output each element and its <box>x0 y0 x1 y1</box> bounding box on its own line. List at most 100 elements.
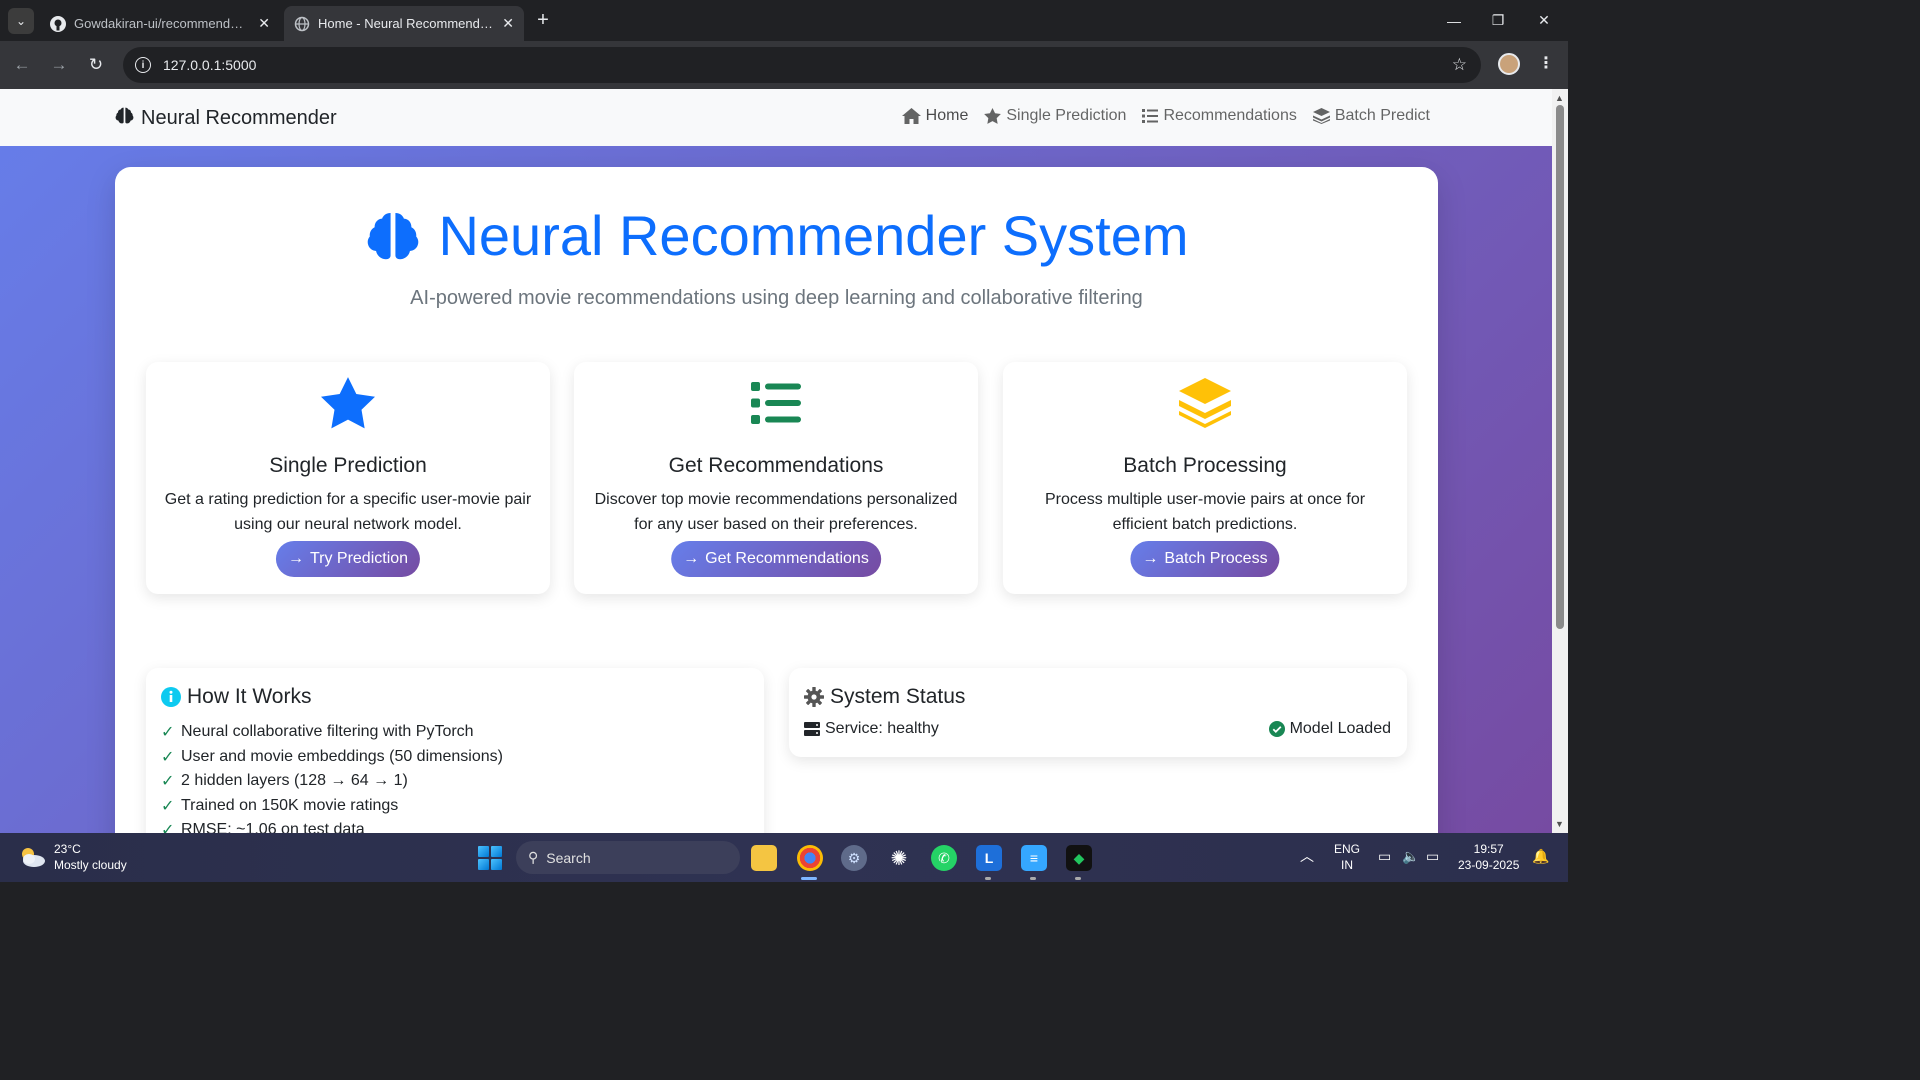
feature-card-batch-processing: Batch Processing Process multiple user-m… <box>1003 362 1407 594</box>
taskbar: 23°C Mostly cloudy ⚲ Search ⚙ ✺ ✆ L ≡ ◆ … <box>0 833 1568 882</box>
system-status-title: System Status <box>804 685 965 709</box>
search-label: Search <box>546 849 591 866</box>
button-label: Batch Process <box>1164 550 1268 567</box>
terminal-app-icon[interactable]: ◆ <box>1066 845 1092 871</box>
weather-temp: 23°C <box>54 842 81 856</box>
globe-icon <box>294 16 310 32</box>
site-navbar: Neural Recommender Home Single Predictio… <box>0 89 1552 146</box>
minimize-icon[interactable]: — <box>1430 0 1478 41</box>
star-icon <box>984 108 1002 124</box>
page-viewport: Neural Recommender Home Single Predictio… <box>0 89 1552 833</box>
feature-title: Single Prediction <box>269 454 427 477</box>
nav-batch-predict[interactable]: Batch Predict <box>1312 107 1430 125</box>
more-menu-icon[interactable]: ⋮ <box>1538 53 1554 73</box>
restore-icon[interactable]: ❐ <box>1474 0 1522 41</box>
app-indicator <box>1030 877 1036 880</box>
site-info-icon[interactable]: i <box>135 57 151 73</box>
list-item: ✓ Trained on 150K movie ratings <box>161 796 399 815</box>
check-icon: ✓ <box>161 724 175 742</box>
app-l-icon[interactable]: L <box>976 845 1002 871</box>
service-status: Service: healthy <box>804 720 939 738</box>
close-tab-icon[interactable]: ✕ <box>258 15 270 32</box>
list-icon <box>574 376 978 430</box>
system-status-label: System Status <box>830 685 966 708</box>
address-bar[interactable]: i 127.0.0.1:5000 ☆ <box>123 47 1481 83</box>
weather-widget[interactable]: 23°C Mostly cloudy <box>18 841 127 873</box>
taskbar-search[interactable]: ⚲ Search <box>516 841 740 874</box>
list-item: ✓ 2 hidden layers (128 → 64 → 1) <box>161 772 408 791</box>
volume-icon[interactable]: 🔈 <box>1402 848 1419 864</box>
github-icon <box>50 15 66 32</box>
chatgpt-icon[interactable]: ✺ <box>886 845 912 871</box>
button-label: Get Recommendations <box>705 550 869 567</box>
button-label: Try Prediction <box>309 550 409 567</box>
nav-home[interactable]: Home <box>901 107 969 125</box>
tab-title: Gowdakiran-ui/recommendatio <box>74 16 251 31</box>
clock[interactable]: 19:57 23-09-2025 <box>1458 841 1519 873</box>
windows-start-icon[interactable] <box>478 846 502 870</box>
clock-time: 19:57 <box>1473 842 1504 856</box>
feature-title: Get Recommendations <box>668 454 884 477</box>
whatsapp-icon[interactable]: ✆ <box>931 845 957 871</box>
scrollbar-thumb[interactable] <box>1556 105 1564 629</box>
try-prediction-button[interactable]: → Try Prediction <box>275 541 421 577</box>
feature-title: Batch Processing <box>1123 454 1287 477</box>
arrow-right-icon: → <box>683 550 700 567</box>
tab-home[interactable]: Home - Neural Recommender S ✕ <box>284 6 524 41</box>
back-icon[interactable]: ← <box>10 53 34 77</box>
home-icon <box>901 108 921 124</box>
nav-single-prediction[interactable]: Single Prediction <box>984 107 1126 125</box>
list-icon <box>1142 109 1159 123</box>
batch-process-button[interactable]: → Batch Process <box>1130 541 1280 577</box>
nav-home-label: Home <box>925 107 969 124</box>
feature-description: Process multiple user-movie pairs at onc… <box>1044 491 1366 533</box>
profile-avatar[interactable] <box>1498 53 1520 75</box>
brand-text: Neural Recommender <box>141 107 337 129</box>
new-tab-button[interactable]: + <box>532 8 554 32</box>
nav-recommendations-label: Recommendations <box>1163 107 1297 124</box>
tab-search-button[interactable]: ⌄ <box>8 8 34 34</box>
main-card: Neural Recommender System AI-powered mov… <box>115 167 1438 833</box>
navbar-brand[interactable]: Neural Recommender <box>114 105 337 132</box>
feature-card-single-prediction: Single Prediction Get a rating predictio… <box>146 362 550 594</box>
arrow-right-icon: → <box>1142 550 1159 567</box>
forward-icon[interactable]: → <box>47 53 71 77</box>
brain-icon <box>368 212 419 259</box>
page-scrollbar[interactable]: ▲ ▼ <box>1552 89 1568 833</box>
clock-date: 23-09-2025 <box>1458 858 1520 872</box>
star-icon <box>146 376 550 430</box>
close-window-icon[interactable]: ✕ <box>1520 0 1568 41</box>
language-indicator[interactable]: ENG IN <box>1334 841 1360 873</box>
check-icon: ✓ <box>161 773 175 791</box>
notification-icon[interactable]: 🔔 <box>1532 848 1549 864</box>
cloud-icon <box>22 848 45 867</box>
chrome-icon[interactable] <box>797 845 823 871</box>
arrow-right-icon: → <box>287 550 304 567</box>
scroll-up-icon[interactable]: ▲ <box>1555 93 1564 103</box>
list-item: ✓ Neural collaborative filtering with PyT… <box>161 723 474 742</box>
page-title: Neural Recommender System <box>115 203 1438 268</box>
tab-github[interactable]: Gowdakiran-ui/recommendatio ✕ <box>40 6 280 41</box>
file-explorer-icon[interactable] <box>751 845 777 871</box>
reload-icon[interactable]: ↻ <box>84 53 108 77</box>
tray-chevron-up-icon[interactable]: ︿ <box>1300 848 1314 864</box>
app-indicator <box>985 877 991 880</box>
navbar-links: Home Single Prediction Recommendations B… <box>901 107 1430 125</box>
settings-icon[interactable]: ⚙ <box>841 845 867 871</box>
network-icon[interactable]: ▭ <box>1378 848 1391 864</box>
scroll-down-icon[interactable]: ▼ <box>1555 819 1564 829</box>
hero-subtitle: AI-powered movie recommendations using d… <box>410 287 1143 309</box>
how-it-works-card: How It Works ✓ Neural collaborative filte… <box>146 668 764 833</box>
notepad-icon[interactable]: ≡ <box>1021 845 1047 871</box>
tab-title: Home - Neural Recommender S <box>318 16 495 31</box>
app-indicator <box>1075 877 1081 880</box>
how-it-works-list: ✓ Neural collaborative filtering with PyT… <box>161 720 503 833</box>
get-recommendations-button[interactable]: → Get Recommendations <box>671 541 881 577</box>
browser-tab-strip: ⌄ Gowdakiran-ui/recommendatio ✕ Home - N… <box>0 0 1568 41</box>
feature-description: Discover top movie recommendations perso… <box>594 491 958 533</box>
bookmark-star-icon[interactable]: ☆ <box>1452 55 1467 75</box>
battery-icon[interactable]: ▭ <box>1426 848 1439 864</box>
layers-icon <box>1312 108 1330 124</box>
close-tab-icon[interactable]: ✕ <box>502 15 514 32</box>
nav-recommendations[interactable]: Recommendations <box>1142 107 1297 125</box>
